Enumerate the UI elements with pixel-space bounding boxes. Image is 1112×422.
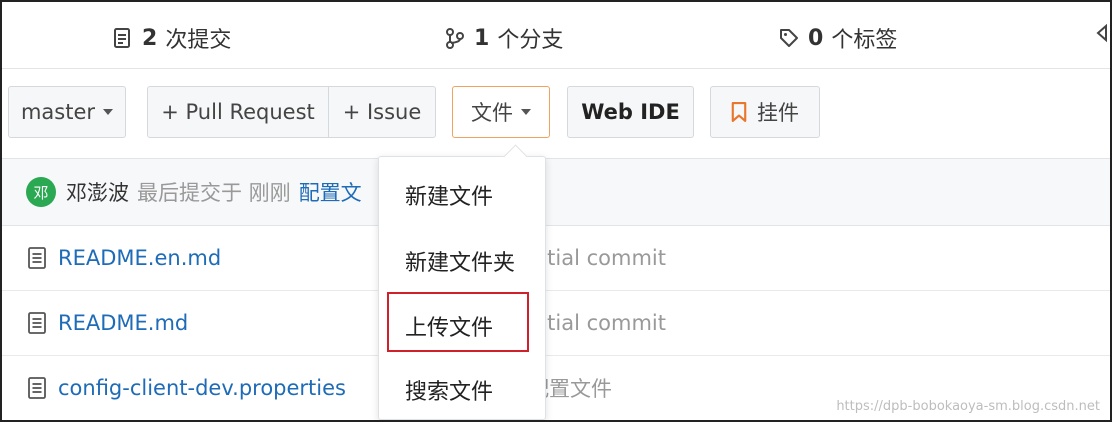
branches-stat[interactable]: 1 个分支 xyxy=(444,22,563,54)
web-ide-label: Web IDE xyxy=(581,100,680,124)
menu-item-new-file[interactable]: 新建文件 xyxy=(405,179,493,211)
widget-button[interactable]: 挂件 xyxy=(710,86,820,138)
repo-stats-bar: 2 次提交 1 个分支 0 个标签 xyxy=(2,2,1110,69)
commit-author[interactable]: 邓澎波 xyxy=(66,177,129,207)
commit-message-link[interactable]: 配置文 xyxy=(299,177,362,207)
branch-select-button[interactable]: master xyxy=(8,86,126,138)
tags-label: 个标签 xyxy=(831,28,898,53)
latest-commit-bar: 邓 邓澎波 最后提交于 刚刚 配置文 xyxy=(2,158,1110,226)
annotation-highlight-box xyxy=(387,292,529,352)
tag-icon xyxy=(780,29,798,47)
menu-item-search-file[interactable]: 搜索文件 xyxy=(405,374,493,406)
file-commit-message[interactable]: nitial commit xyxy=(528,246,666,270)
repo-page: 2 次提交 1 个分支 0 个标签 master + Pull Request … xyxy=(0,0,1112,422)
issue-button[interactable]: + Issue xyxy=(328,86,436,138)
commits-count: 2 xyxy=(142,25,158,51)
commit-meta: 最后提交于 刚刚 xyxy=(137,181,291,205)
file-text-icon xyxy=(28,377,46,399)
file-commit-message[interactable]: nitial commit xyxy=(528,311,666,335)
files-menu-button[interactable]: 文件 xyxy=(452,86,550,138)
branches-count: 1 xyxy=(474,25,490,51)
files-dropdown-menu: 新建文件 新建文件夹 上传文件 搜索文件 xyxy=(378,144,546,420)
web-ide-button[interactable]: Web IDE xyxy=(567,86,694,138)
bookmark-icon xyxy=(731,102,747,122)
commits-label: 次提交 xyxy=(165,28,232,53)
partial-icon xyxy=(1096,23,1107,43)
tags-stat[interactable]: 0 个标签 xyxy=(778,22,897,54)
file-text-icon xyxy=(28,247,46,269)
branches-label: 个分支 xyxy=(497,28,564,53)
commits-stat[interactable]: 2 次提交 xyxy=(112,22,231,54)
commit-list-icon xyxy=(114,28,130,48)
file-name-link[interactable]: README.md xyxy=(58,311,188,335)
widget-label: 挂件 xyxy=(757,101,799,125)
truncated-stat[interactable] xyxy=(1096,22,1110,44)
pull-request-label: + Pull Request xyxy=(161,100,315,124)
watermark: https://dpb-bobokaoya-sm.blog.csdn.net xyxy=(836,399,1100,414)
tags-count: 0 xyxy=(808,25,824,51)
branch-icon xyxy=(446,28,464,49)
branch-select-label: master xyxy=(20,100,96,124)
chevron-down-icon xyxy=(103,109,114,115)
issue-label: + Issue xyxy=(342,100,422,124)
file-row: README.en.md nitial commit xyxy=(2,226,1110,291)
files-menu-label: 文件 xyxy=(471,101,513,125)
file-text-icon xyxy=(28,312,46,334)
dropdown-arrow xyxy=(503,144,528,169)
pull-request-button[interactable]: + Pull Request xyxy=(147,86,329,138)
menu-item-new-folder[interactable]: 新建文件夹 xyxy=(405,245,515,277)
file-name-link[interactable]: config-client-dev.properties xyxy=(58,376,346,400)
avatar[interactable]: 邓 xyxy=(26,177,56,207)
chevron-down-icon xyxy=(521,109,531,115)
file-name-link[interactable]: README.en.md xyxy=(58,246,221,270)
file-row: README.md nitial commit xyxy=(2,291,1110,356)
